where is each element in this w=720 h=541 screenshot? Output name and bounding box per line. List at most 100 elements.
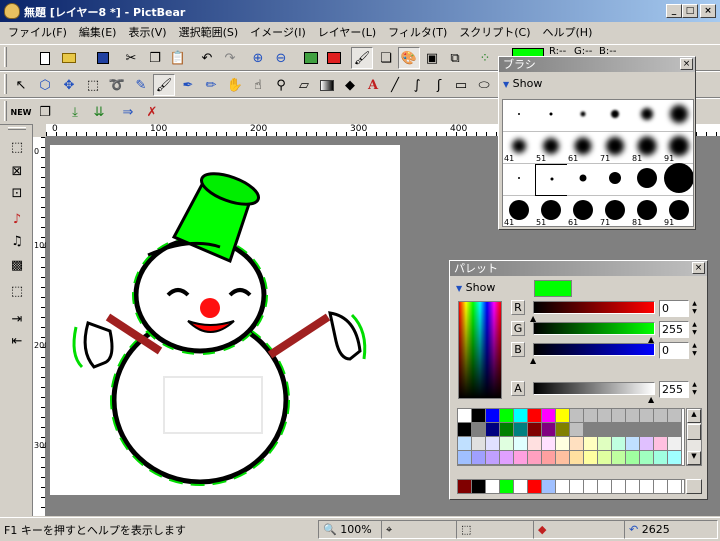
pen-icon[interactable]: ✎: [130, 74, 152, 96]
brush-cell[interactable]: [663, 100, 693, 132]
brush-cell[interactable]: 61: [567, 132, 600, 164]
brush-cell[interactable]: [599, 100, 632, 132]
recent-color-swatch[interactable]: [612, 480, 626, 493]
delete-layer-icon[interactable]: ✗: [141, 101, 163, 123]
invert-select-icon[interactable]: ⊡: [6, 182, 28, 204]
palette-swatch[interactable]: [668, 451, 682, 465]
duplicate-layer-icon[interactable]: ❐: [34, 101, 56, 123]
channel-g-input[interactable]: 255: [659, 321, 689, 338]
open-folder-icon[interactable]: [58, 47, 80, 69]
recent-color-swatch[interactable]: [654, 480, 668, 493]
palette-swatch[interactable]: [654, 423, 668, 437]
bezier-tool-icon[interactable]: ʃ: [428, 74, 450, 96]
new-layer-icon[interactable]: NEW: [10, 101, 32, 123]
brush-cell[interactable]: [503, 164, 536, 196]
select-similar-icon[interactable]: ♫: [6, 230, 28, 252]
brush-cell[interactable]: 71: [599, 196, 632, 226]
palette-swatch[interactable]: [500, 437, 514, 451]
brush-cell-selected[interactable]: [535, 164, 568, 196]
brush-cell[interactable]: [599, 164, 632, 196]
palette-swatch[interactable]: [584, 423, 598, 437]
drawing-canvas[interactable]: [50, 145, 400, 495]
palette-swatch[interactable]: [556, 451, 570, 465]
palette-swatch[interactable]: [528, 437, 542, 451]
eyedropper-icon[interactable]: ⚲: [270, 74, 292, 96]
select-color-icon[interactable]: ♪: [6, 208, 28, 230]
border-select-icon[interactable]: ⬚: [6, 280, 28, 302]
palette-window-icon[interactable]: 🎨: [398, 47, 420, 69]
brush-cell[interactable]: 51: [535, 196, 568, 226]
menu-script[interactable]: スクリプト(C): [453, 24, 536, 40]
palette-swatch[interactable]: [556, 409, 570, 423]
palette-swatch[interactable]: [528, 451, 542, 465]
feather-icon[interactable]: ▩: [6, 254, 28, 276]
image-window-icon[interactable]: [300, 47, 322, 69]
maximize-button[interactable]: □: [682, 4, 698, 18]
recent-color-swatch[interactable]: [668, 480, 682, 493]
palette-swatch[interactable]: [584, 451, 598, 465]
channel-a-thumb[interactable]: ▲: [648, 395, 654, 404]
palette-swatch[interactable]: [472, 423, 486, 437]
channel-a-spinner[interactable]: ▲ ▼: [690, 381, 699, 398]
close-button[interactable]: ×: [700, 4, 716, 18]
brush-cell[interactable]: 91: [663, 132, 693, 164]
brush-cell[interactable]: [567, 100, 600, 132]
palette-swatch[interactable]: [612, 451, 626, 465]
palette-swatch[interactable]: [486, 451, 500, 465]
recent-color-swatch[interactable]: [486, 480, 500, 493]
brush-cell[interactable]: 81: [631, 196, 664, 226]
menu-filter[interactable]: フィルタ(T): [382, 24, 453, 40]
palette-swatch[interactable]: [584, 409, 598, 423]
brush-icon[interactable]: 🖌: [153, 74, 175, 96]
brush-cell[interactable]: [535, 100, 568, 132]
history-icon[interactable]: ⧉: [444, 47, 466, 69]
layer-window-icon[interactable]: ❏: [375, 47, 397, 69]
palette-swatch[interactable]: [556, 437, 570, 451]
line-tool-icon[interactable]: ╱: [384, 74, 406, 96]
paste-icon[interactable]: 📋: [167, 47, 189, 69]
recent-color-swatch[interactable]: [598, 480, 612, 493]
palette-swatch[interactable]: [458, 409, 472, 423]
brush-cell[interactable]: [663, 162, 693, 196]
palette-swatch[interactable]: [472, 409, 486, 423]
palette-swatch[interactable]: [626, 423, 640, 437]
palette-swatch[interactable]: [626, 451, 640, 465]
palette-swatch[interactable]: [486, 437, 500, 451]
brush-cell[interactable]: 41: [503, 132, 536, 164]
deselect-icon[interactable]: ⊠: [6, 160, 28, 182]
lasso-icon[interactable]: ➰: [106, 74, 128, 96]
color-spectrum-picker[interactable]: [458, 301, 502, 399]
brush-cell[interactable]: 81: [631, 132, 664, 164]
menu-help[interactable]: ヘルプ(H): [537, 24, 599, 40]
fill-bucket-icon[interactable]: ◆: [339, 74, 361, 96]
palette-swatch[interactable]: [598, 451, 612, 465]
navigator-icon[interactable]: ▣: [421, 47, 443, 69]
palette-swatch[interactable]: [458, 437, 472, 451]
palette-swatch[interactable]: [668, 437, 682, 451]
palette-swatch[interactable]: [500, 451, 514, 465]
palette-swatch[interactable]: [458, 451, 472, 465]
move-layer-icon[interactable]: ⇒: [117, 101, 139, 123]
palette-swatch[interactable]: [472, 437, 486, 451]
palette-swatch[interactable]: [640, 451, 654, 465]
menu-view[interactable]: 表示(V): [122, 24, 172, 40]
palette-swatch[interactable]: [626, 437, 640, 451]
palette-swatch[interactable]: [570, 437, 584, 451]
palette-swatch[interactable]: [542, 437, 556, 451]
channel-r-slider[interactable]: [533, 301, 655, 314]
channel-r-input[interactable]: 0: [659, 300, 689, 317]
gradient-icon[interactable]: [316, 74, 338, 96]
shrink-select-icon[interactable]: ⇤: [6, 330, 28, 352]
brush-cell[interactable]: 61: [567, 196, 600, 226]
brush-cell[interactable]: [631, 164, 664, 196]
grow-select-icon[interactable]: ⇥: [6, 308, 28, 330]
palette-swatch[interactable]: [584, 437, 598, 451]
color-window-icon[interactable]: [323, 47, 345, 69]
channel-g-slider[interactable]: [533, 322, 655, 335]
menu-file[interactable]: ファイル(F): [2, 24, 73, 40]
palette-swatch[interactable]: [486, 423, 500, 437]
zoom-in-icon[interactable]: ⊕: [247, 47, 269, 69]
palette-swatch[interactable]: [458, 423, 472, 437]
channel-r-spinner[interactable]: ▲ ▼: [690, 300, 699, 317]
recent-colors-button[interactable]: [686, 479, 702, 494]
